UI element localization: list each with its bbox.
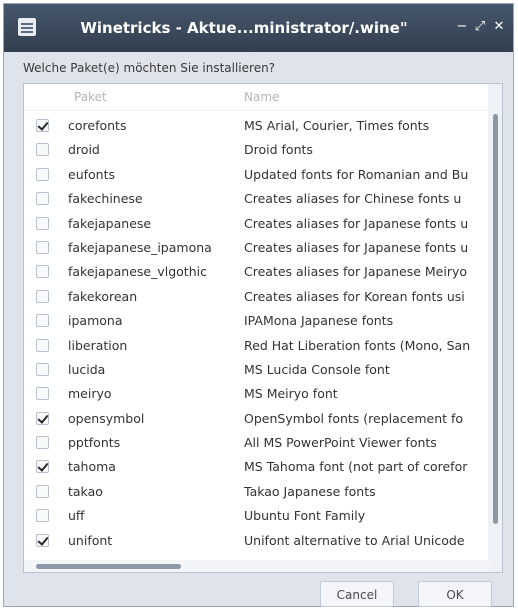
package-row[interactable]: opensymbol OpenSymbol fonts (replacement …: [24, 407, 490, 431]
package-checkbox[interactable]: [36, 216, 49, 230]
package-description: IPAMona Japanese fonts: [244, 313, 394, 329]
package-description: Red Hat Liberation fonts (Mono, San: [244, 337, 471, 353]
maximize-icon[interactable]: ⤢: [472, 19, 488, 35]
ok-button[interactable]: OK: [418, 581, 492, 607]
package-id: liberation: [68, 337, 128, 353]
package-list[interactable]: Paket Name corefonts MS Arial, Courier, T…: [23, 83, 503, 573]
minimize-icon[interactable]: −: [454, 19, 470, 35]
package-id: unifont: [68, 532, 113, 548]
package-description: Unifont alternative to Arial Unicode: [244, 532, 465, 548]
vertical-scrollbar-thumb[interactable]: [493, 114, 498, 524]
column-header-paket[interactable]: Paket: [74, 90, 107, 104]
package-id: droid: [68, 142, 100, 158]
horizontal-scrollbar[interactable]: [24, 560, 490, 572]
package-description: Updated fonts for Romanian and Bu: [244, 166, 469, 182]
title-bar[interactable]: Winetricks - Aktue...ministrator/.wine" …: [4, 4, 513, 52]
package-checkbox[interactable]: [36, 533, 49, 547]
package-checkbox[interactable]: [36, 143, 49, 157]
horizontal-scrollbar-thumb[interactable]: [36, 564, 181, 569]
package-checkbox[interactable]: [36, 387, 49, 401]
prompt-label: Welche Paket(e) möchten Sie installieren…: [23, 61, 276, 75]
package-description: Creates aliases for Japanese fonts u: [244, 239, 469, 255]
package-row[interactable]: corefonts MS Arial, Courier, Times fonts: [24, 114, 490, 138]
package-description: MS Meiryo font: [244, 386, 338, 402]
package-row[interactable]: uff Ubuntu Font Family: [24, 504, 490, 528]
package-description: MS Tahoma font (not part of corefor: [244, 459, 468, 475]
package-id: pptfonts: [68, 435, 121, 451]
window-title: Winetricks - Aktue...ministrator/.wine": [80, 19, 408, 37]
package-row[interactable]: ipamona IPAMona Japanese fonts: [24, 309, 490, 333]
package-id: fakejapanese_ipamona: [68, 239, 212, 255]
package-row[interactable]: fakejapanese_ipamona Creates aliases for …: [24, 236, 490, 260]
package-row[interactable]: meiryo MS Meiryo font: [24, 382, 490, 406]
package-description: Ubuntu Font Family: [244, 508, 366, 524]
package-id: corefonts: [68, 118, 127, 133]
package-description: Creates aliases for Chinese fonts u: [244, 191, 462, 207]
package-checkbox[interactable]: [36, 265, 49, 279]
package-description: Takao Japanese fonts: [244, 483, 376, 499]
package-checkbox[interactable]: [36, 314, 49, 328]
package-id: fakekorean: [68, 288, 138, 304]
package-checkbox[interactable]: [36, 167, 49, 181]
vertical-scrollbar[interactable]: [488, 84, 502, 572]
package-row[interactable]: fakejapanese_vlgothic Creates aliases for…: [24, 260, 490, 284]
package-id: tahoma: [68, 459, 116, 475]
package-checkbox[interactable]: [36, 338, 49, 352]
package-id: ipamona: [68, 313, 123, 329]
winetricks-dialog: Winetricks - Aktue...ministrator/.wine" …: [3, 3, 514, 607]
package-checkbox[interactable]: [36, 460, 49, 474]
package-checkbox[interactable]: [36, 192, 49, 206]
package-checkbox[interactable]: [36, 240, 49, 254]
package-row[interactable]: fakechinese Creates aliases for Chinese f…: [24, 187, 490, 211]
package-checkbox[interactable]: [36, 289, 49, 303]
package-row[interactable]: eufonts Updated fonts for Romanian and Bu: [24, 163, 490, 187]
package-description: Creates aliases for Korean fonts usi: [244, 288, 465, 304]
package-row[interactable]: fakejapanese Creates aliases for Japanese…: [24, 212, 490, 236]
package-row[interactable]: lucida MS Lucida Console font: [24, 358, 490, 382]
list-header: Paket Name: [24, 84, 490, 111]
package-description: Droid fonts: [244, 142, 313, 158]
package-rows: corefonts MS Arial, Courier, Times fonts d…: [24, 114, 490, 553]
package-checkbox[interactable]: [36, 436, 49, 450]
package-description: OpenSymbol fonts (replacement fo: [244, 410, 464, 426]
package-row[interactable]: takao Takao Japanese fonts: [24, 480, 490, 504]
package-id: eufonts: [68, 166, 115, 182]
package-id: takao: [68, 483, 103, 499]
package-id: opensymbol: [68, 410, 145, 426]
package-row[interactable]: liberation Red Hat Liberation fonts (Mono…: [24, 334, 490, 358]
package-description: MS Arial, Courier, Times fonts: [244, 118, 430, 133]
package-id: fakejapanese: [68, 215, 152, 231]
package-id: lucida: [68, 361, 106, 377]
package-row[interactable]: fakekorean Creates aliases for Korean fon…: [24, 285, 490, 309]
package-description: MS Lucida Console font: [244, 361, 390, 377]
package-description: Creates aliases for Japanese fonts u: [244, 215, 469, 231]
package-row[interactable]: droid Droid fonts: [24, 138, 490, 162]
package-id: uff: [68, 508, 85, 524]
package-checkbox[interactable]: [36, 411, 49, 425]
package-checkbox[interactable]: [36, 362, 49, 376]
package-checkbox[interactable]: [36, 119, 49, 132]
package-checkbox[interactable]: [36, 509, 49, 523]
package-checkbox[interactable]: [36, 484, 49, 498]
package-id: fakejapanese_vlgothic: [68, 264, 207, 280]
package-id: meiryo: [68, 386, 112, 402]
package-row[interactable]: tahoma MS Tahoma font (not part of corefo…: [24, 455, 490, 479]
package-id: fakechinese: [68, 191, 143, 207]
column-header-name[interactable]: Name: [244, 90, 279, 104]
package-row[interactable]: pptfonts All MS PowerPoint Viewer fonts: [24, 431, 490, 455]
cancel-button[interactable]: Cancel: [320, 581, 394, 607]
package-description: Creates aliases for Japanese Meiryo: [244, 264, 467, 280]
close-icon[interactable]: ✕: [491, 19, 507, 35]
package-description: All MS PowerPoint Viewer fonts: [244, 435, 437, 451]
package-row[interactable]: unifont Unifont alternative to Arial Unic…: [24, 529, 490, 553]
window-menu-icon[interactable]: [18, 18, 36, 36]
